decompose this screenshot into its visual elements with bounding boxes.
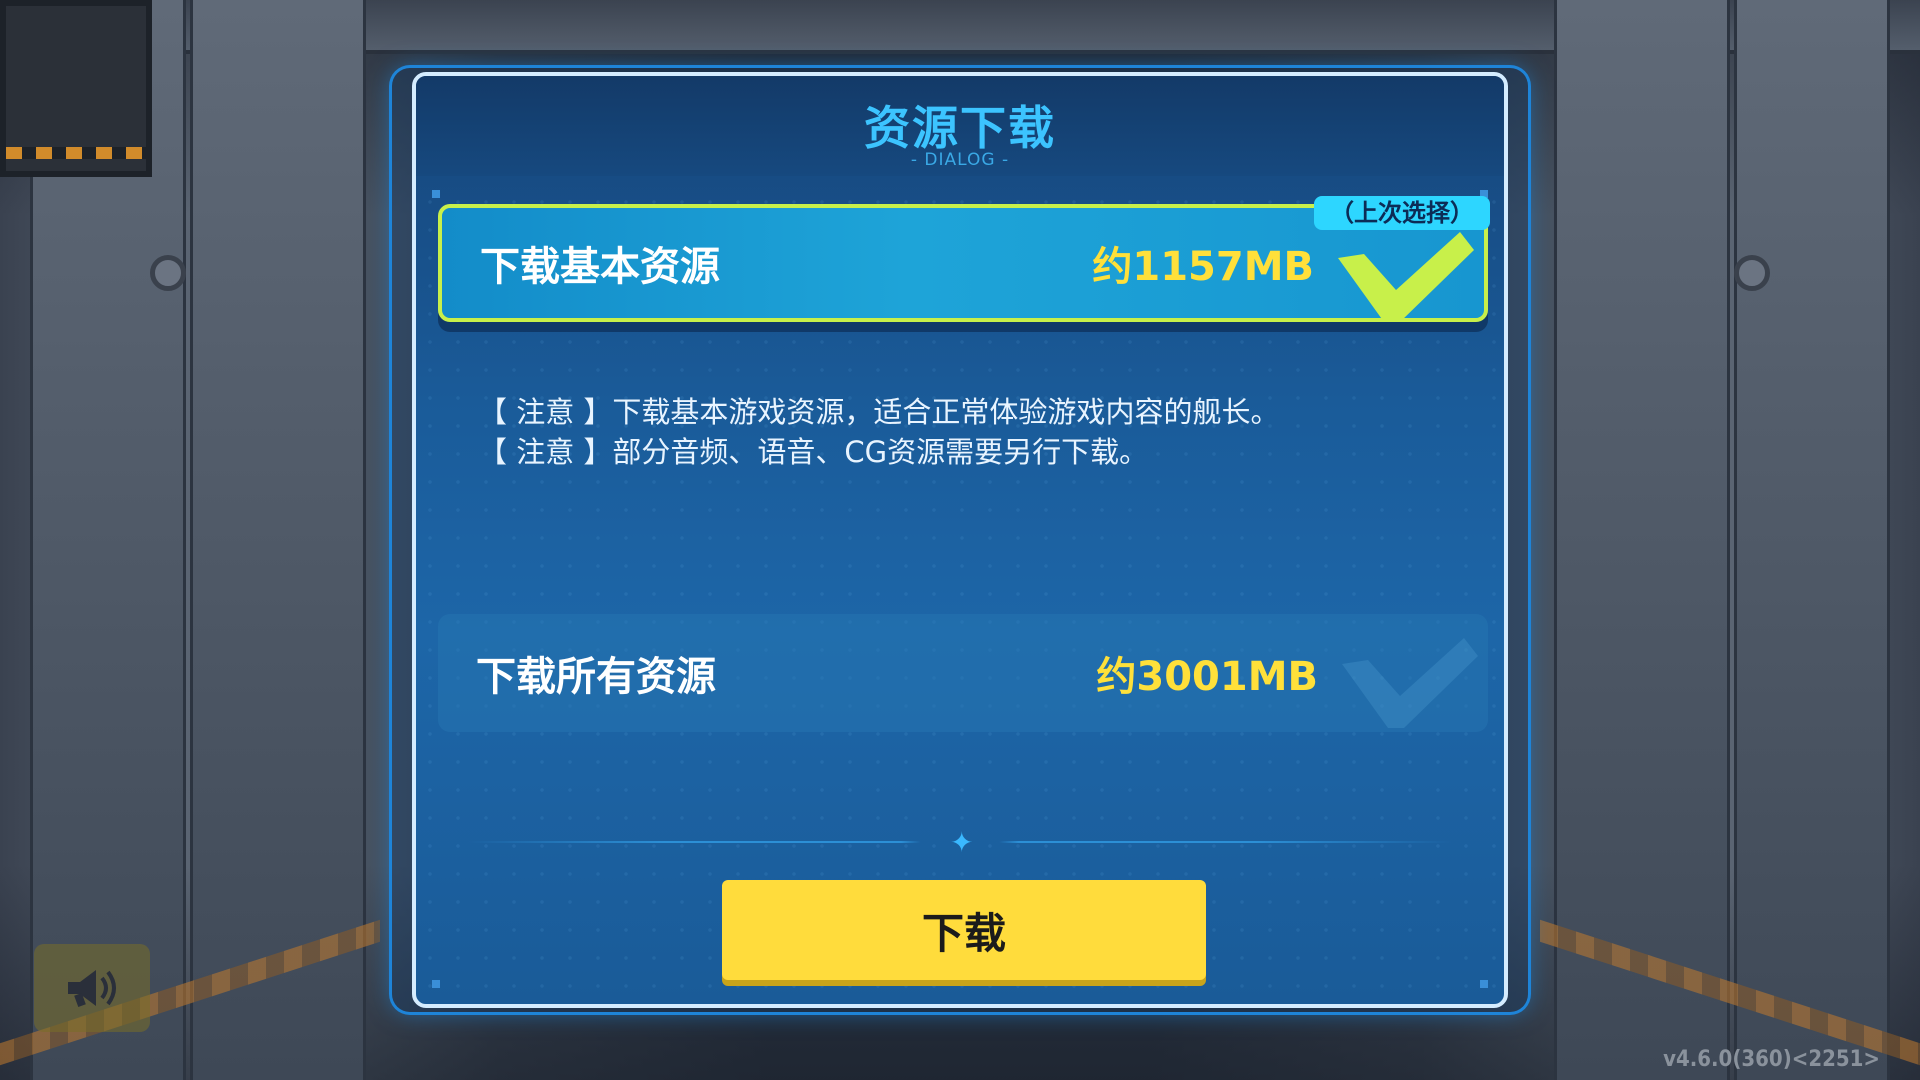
notice-text: 【 注意 】下载基本游戏资源，适合正常体验游戏内容的舰长。 【 注意 】部分音频… (478, 392, 1279, 472)
bolt (1734, 255, 1770, 291)
wall-panel (190, 0, 366, 1080)
option-size: 约3001MB (1096, 654, 1318, 700)
megaphone-icon (68, 970, 116, 1008)
bolt (150, 255, 186, 291)
option-size: 约1157MB (1092, 244, 1314, 290)
star-icon: ✦ (950, 826, 974, 859)
option-label: 下载所有资源 (476, 654, 716, 700)
corner-dot (432, 190, 440, 198)
last-choice-badge: （上次选择） (1314, 196, 1490, 230)
option-label: 下载基本资源 (480, 244, 720, 290)
wall-panel (1734, 0, 1890, 1080)
announcement-button[interactable] (34, 944, 150, 1032)
corner-dot (1480, 980, 1488, 988)
resource-download-dialog: 资源下载 - DIALOG - （上次选择） 下载基本资源 约1157MB 【 … (412, 72, 1508, 1008)
ceiling-hatch (0, 0, 152, 177)
wall-panel (1554, 0, 1730, 1080)
dialog-subtitle: - DIALOG - (910, 150, 1010, 170)
download-button[interactable]: 下载 (722, 880, 1206, 980)
notice-line: 【 注意 】下载基本游戏资源，适合正常体验游戏内容的舰长。 (478, 395, 1280, 429)
notice-line: 【 注意 】部分音频、语音、CG资源需要另行下载。 (478, 435, 1149, 469)
checkmark-icon (1342, 638, 1478, 728)
checkmark-icon (1338, 232, 1474, 322)
version-label: v4.6.0(360)<2251> (1663, 1047, 1880, 1072)
corner-dot (432, 980, 440, 988)
dialog-title: 资源下载 (864, 101, 1056, 155)
option-all-resources[interactable]: 下载所有资源 约3001MB (438, 614, 1488, 732)
